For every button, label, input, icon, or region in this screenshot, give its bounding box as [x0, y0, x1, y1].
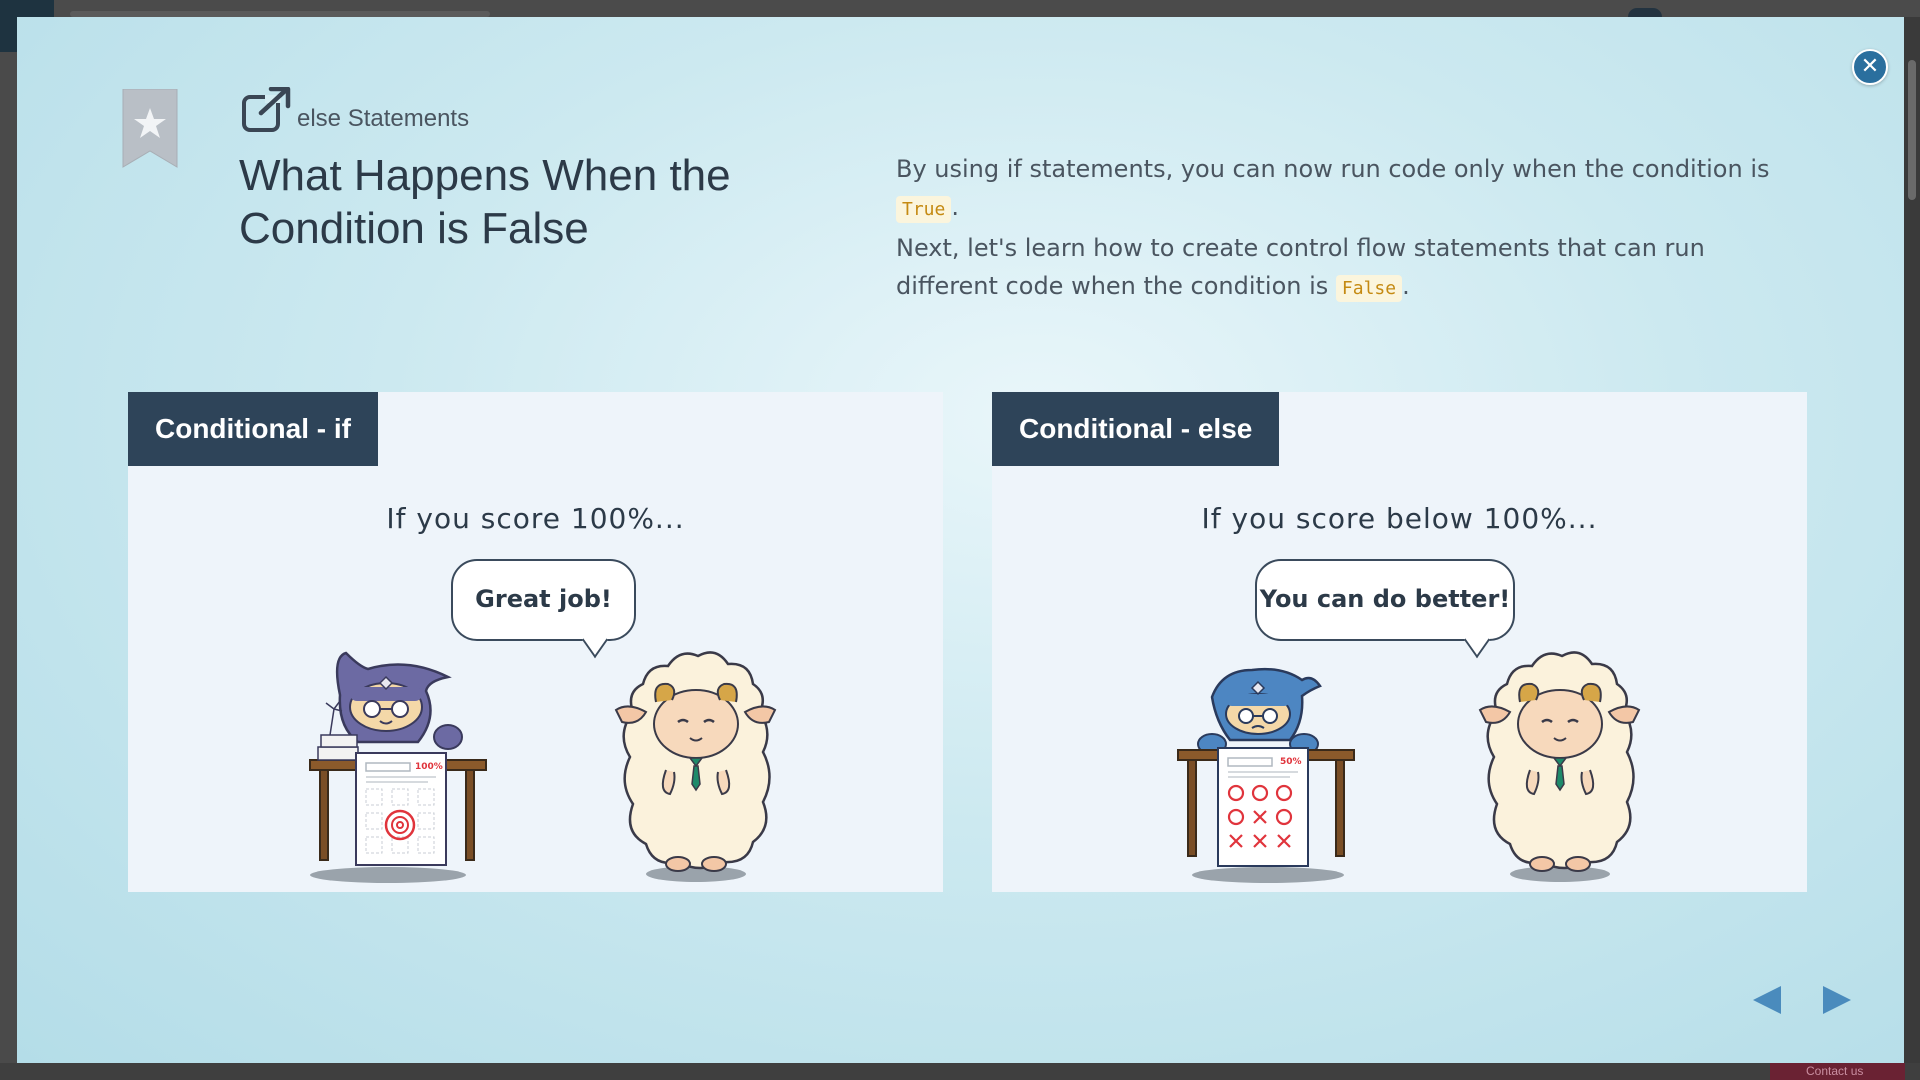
bookmark-star-icon[interactable] [121, 89, 179, 169]
panel-caption: If you score 100%... [386, 502, 685, 535]
panel-conditional-else: Conditional - else If you score below 10… [992, 392, 1807, 892]
close-button[interactable]: ✕ [1852, 49, 1888, 85]
next-arrow-icon[interactable] [1820, 984, 1854, 1016]
panel-tag: Conditional - else [992, 392, 1280, 466]
intro-line1-text: By using if statements, you can now run … [896, 155, 1770, 183]
prev-arrow-icon[interactable] [1750, 984, 1784, 1016]
speech-bubble: Great job! [451, 559, 636, 641]
intro-line1-period: . [951, 193, 959, 221]
page-title: What Happens When the Condition is False [239, 151, 731, 253]
panel-caption: If you score below 100%... [1201, 502, 1598, 535]
code-true: True [896, 196, 952, 223]
speech-bubble-text: Great job! [475, 585, 612, 613]
sheep-teacher-illustration [614, 651, 777, 882]
intro-text: By using if statements, you can now run … [896, 150, 1796, 308]
intro-line2-text: Next, let's learn how to create control … [896, 234, 1705, 300]
panel-conditional-if: Conditional - if If you score 100%... Gr… [128, 392, 943, 892]
external-link-icon[interactable] [241, 87, 291, 133]
contact-us-label: Contact us [1806, 1064, 1864, 1078]
background-bottom-bar [0, 1063, 1920, 1080]
svg-text:100%: 100% [415, 762, 443, 772]
sheep-teacher-illustration [1478, 651, 1641, 882]
close-icon: ✕ [1860, 54, 1880, 79]
ninja-student-illustration: 100% [309, 651, 487, 883]
svg-text:50%: 50% [1280, 757, 1302, 767]
ninja-student-sad-illustration: 50% [1177, 667, 1355, 883]
panel-tag: Conditional - if [128, 392, 378, 466]
lesson-slide-modal: ✕ else Statements What Happens When the … [17, 17, 1904, 1063]
background-avatar [1628, 8, 1662, 17]
intro-line2-period: . [1402, 272, 1410, 300]
speech-bubble-text: You can do better! [1259, 585, 1511, 613]
page-scrollbar-thumb[interactable] [1908, 60, 1916, 200]
lesson-label: else Statements [297, 105, 470, 132]
code-false: False [1335, 275, 1403, 302]
